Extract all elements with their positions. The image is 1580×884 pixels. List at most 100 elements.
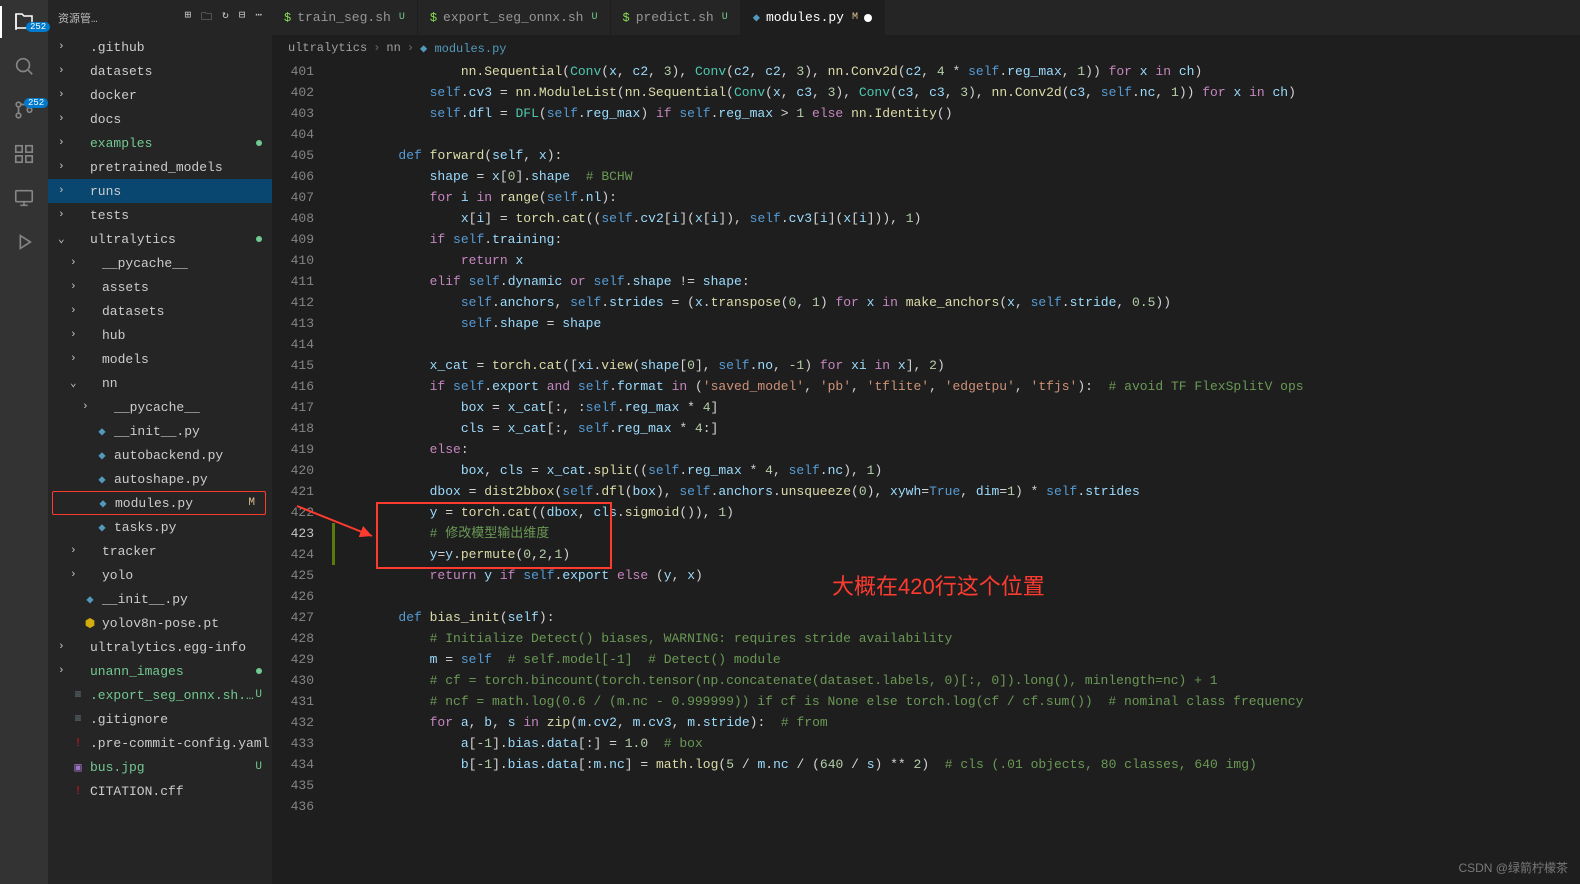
code-line[interactable]: return x — [336, 250, 1580, 271]
code-line[interactable]: a[-1].bias.data[:] = 1.0 # box — [336, 733, 1580, 754]
tab-modules-py[interactable]: ◆modules.pyM — [741, 0, 885, 35]
code-line[interactable]: x[i] = torch.cat((self.cv2[i](x[i]), sel… — [336, 208, 1580, 229]
refresh-icon[interactable]: ↻ — [222, 8, 229, 27]
chevron-icon: › — [58, 137, 70, 149]
code-line[interactable]: self.dfl = DFL(self.reg_max) if self.reg… — [336, 103, 1580, 124]
line-number: 415 — [272, 355, 314, 376]
file-item[interactable]: ◆autobackend.py — [48, 443, 272, 467]
file-item[interactable]: ◆modules.pyM — [52, 491, 266, 515]
code-line[interactable] — [336, 124, 1580, 145]
tab-predict-sh[interactable]: $predict.shU — [611, 0, 741, 35]
code-line[interactable]: self.cv3 = nn.ModuleList(nn.Sequential(C… — [336, 82, 1580, 103]
collapse-icon[interactable]: ⊟ — [239, 8, 246, 27]
extensions-icon[interactable] — [10, 140, 38, 168]
code-line[interactable]: if self.training: — [336, 229, 1580, 250]
code-line[interactable]: nn.Sequential(Conv(x, c2, 3), Conv(c2, c… — [336, 61, 1580, 82]
file-item[interactable]: ◆autoshape.py — [48, 467, 272, 491]
folder-item[interactable]: ›runs — [48, 179, 272, 203]
folder-item[interactable]: ›__pycache__ — [48, 395, 272, 419]
line-number: 411 — [272, 271, 314, 292]
code-line[interactable]: if self.export and self.format in ('save… — [336, 376, 1580, 397]
tree-label: pretrained_models — [90, 160, 272, 175]
tab-export_seg_onnx-sh[interactable]: $export_seg_onnx.shU — [418, 0, 611, 35]
tab-train_seg-sh[interactable]: $train_seg.shU — [272, 0, 418, 35]
code-line[interactable]: dbox = dist2bbox(self.dfl(box), self.anc… — [336, 481, 1580, 502]
file-item[interactable]: ◆__init__.py — [48, 419, 272, 443]
code-line[interactable] — [336, 586, 1580, 607]
file-item[interactable]: ▣bus.jpgU — [48, 755, 272, 779]
code-line[interactable]: # ncf = math.log(0.6 / (m.nc - 0.999999)… — [336, 691, 1580, 712]
file-item[interactable]: ≡.gitignore — [48, 707, 272, 731]
folder-item[interactable]: ›examples — [48, 131, 272, 155]
code-line[interactable]: for a, b, s in zip(m.cv2, m.cv3, m.strid… — [336, 712, 1580, 733]
breadcrumb-item[interactable]: ◆ modules.py — [420, 41, 506, 56]
breadcrumb-item[interactable]: ultralytics — [288, 41, 367, 55]
folder-item[interactable]: ›datasets — [48, 59, 272, 83]
file-item[interactable]: !.pre-commit-config.yaml — [48, 731, 272, 755]
file-item[interactable]: ◆ __init__.py — [48, 587, 272, 611]
code-line[interactable]: shape = x[0].shape # BCHW — [336, 166, 1580, 187]
code-line[interactable]: # 修改模型输出维度 — [336, 523, 1580, 544]
code-line[interactable]: # cf = torch.bincount(torch.tensor(np.co… — [336, 670, 1580, 691]
folder-item[interactable]: ⌄ultralytics — [48, 227, 272, 251]
code-line[interactable]: cls = x_cat[:, self.reg_max * 4:] — [336, 418, 1580, 439]
folder-item[interactable]: ›__pycache__ — [48, 251, 272, 275]
code-line[interactable]: self.shape = shape — [336, 313, 1580, 334]
code-line[interactable]: box, cls = x_cat.split((self.reg_max * 4… — [336, 460, 1580, 481]
tree-label: CITATION.cff — [90, 784, 272, 799]
new-file-icon[interactable]: ⊞ — [185, 8, 192, 27]
folder-item[interactable]: ›pretrained_models — [48, 155, 272, 179]
folder-item[interactable]: ›docker — [48, 83, 272, 107]
new-folder-icon[interactable]: 🗀 — [201, 8, 212, 27]
code-content[interactable]: nn.Sequential(Conv(x, c2, 3), Conv(c2, c… — [332, 61, 1580, 884]
breadcrumb-item[interactable]: nn — [386, 41, 400, 55]
code-line[interactable]: y=y.permute(0,2,1) — [336, 544, 1580, 565]
line-number: 404 — [272, 124, 314, 145]
code-line[interactable]: b[-1].bias.data[:m.nc] = math.log(5 / m.… — [336, 754, 1580, 775]
file-item[interactable]: ≡.export_seg_onnx.sh.swpU — [48, 683, 272, 707]
code-line[interactable]: elif self.dynamic or self.shape != shape… — [336, 271, 1580, 292]
code-line[interactable]: # Initialize Detect() biases, WARNING: r… — [336, 628, 1580, 649]
py-file-icon: ◆ — [82, 592, 98, 607]
sh-icon: $ — [430, 11, 437, 25]
more-icon[interactable]: ⋯ — [255, 8, 262, 27]
file-item[interactable]: !CITATION.cff — [48, 779, 272, 803]
explorer-icon[interactable]: 252 — [10, 8, 38, 36]
source-control-icon[interactable]: 252 — [10, 96, 38, 124]
folder-item[interactable]: ›models — [48, 347, 272, 371]
folder-item[interactable]: ›yolo — [48, 563, 272, 587]
code-line[interactable] — [336, 796, 1580, 817]
line-number: 424 — [272, 544, 314, 565]
folder-item[interactable]: ›docs — [48, 107, 272, 131]
folder-item[interactable]: ›hub — [48, 323, 272, 347]
code-line[interactable]: else: — [336, 439, 1580, 460]
chevron-icon: › — [70, 569, 82, 581]
file-item[interactable]: ◆tasks.py — [48, 515, 272, 539]
tree-label: modules.py — [115, 496, 248, 511]
folder-item[interactable]: ›tests — [48, 203, 272, 227]
folder-item[interactable]: ›.github — [48, 35, 272, 59]
folder-item[interactable]: ›unann_images — [48, 659, 272, 683]
debug-icon[interactable] — [10, 228, 38, 256]
folder-item[interactable]: ›ultralytics.egg-info — [48, 635, 272, 659]
file-item[interactable]: ⬢yolov8n-pose.pt — [48, 611, 272, 635]
code-line[interactable] — [336, 334, 1580, 355]
folder-item[interactable]: ›tracker — [48, 539, 272, 563]
remote-icon[interactable] — [10, 184, 38, 212]
folder-item[interactable]: ›assets — [48, 275, 272, 299]
code-line[interactable]: box = x_cat[:, :self.reg_max * 4] — [336, 397, 1580, 418]
code-line[interactable] — [336, 775, 1580, 796]
code-line[interactable]: for i in range(self.nl): — [336, 187, 1580, 208]
code-line[interactable]: return y if self.export else (y, x) — [336, 565, 1580, 586]
search-icon[interactable] — [10, 52, 38, 80]
code-line[interactable]: def forward(self, x): — [336, 145, 1580, 166]
folder-item[interactable]: ⌄nn — [48, 371, 272, 395]
folder-item[interactable]: ›datasets — [48, 299, 272, 323]
code-area: 4014024034044054064074084094104114124134… — [272, 61, 1580, 884]
code-line[interactable]: y = torch.cat((dbox, cls.sigmoid()), 1) — [336, 502, 1580, 523]
tree-label: __init__.py — [102, 592, 272, 607]
code-line[interactable]: def bias_init(self): — [336, 607, 1580, 628]
code-line[interactable]: x_cat = torch.cat([xi.view(shape[0], sel… — [336, 355, 1580, 376]
code-line[interactable]: self.anchors, self.strides = (x.transpos… — [336, 292, 1580, 313]
code-line[interactable]: m = self # self.model[-1] # Detect() mod… — [336, 649, 1580, 670]
